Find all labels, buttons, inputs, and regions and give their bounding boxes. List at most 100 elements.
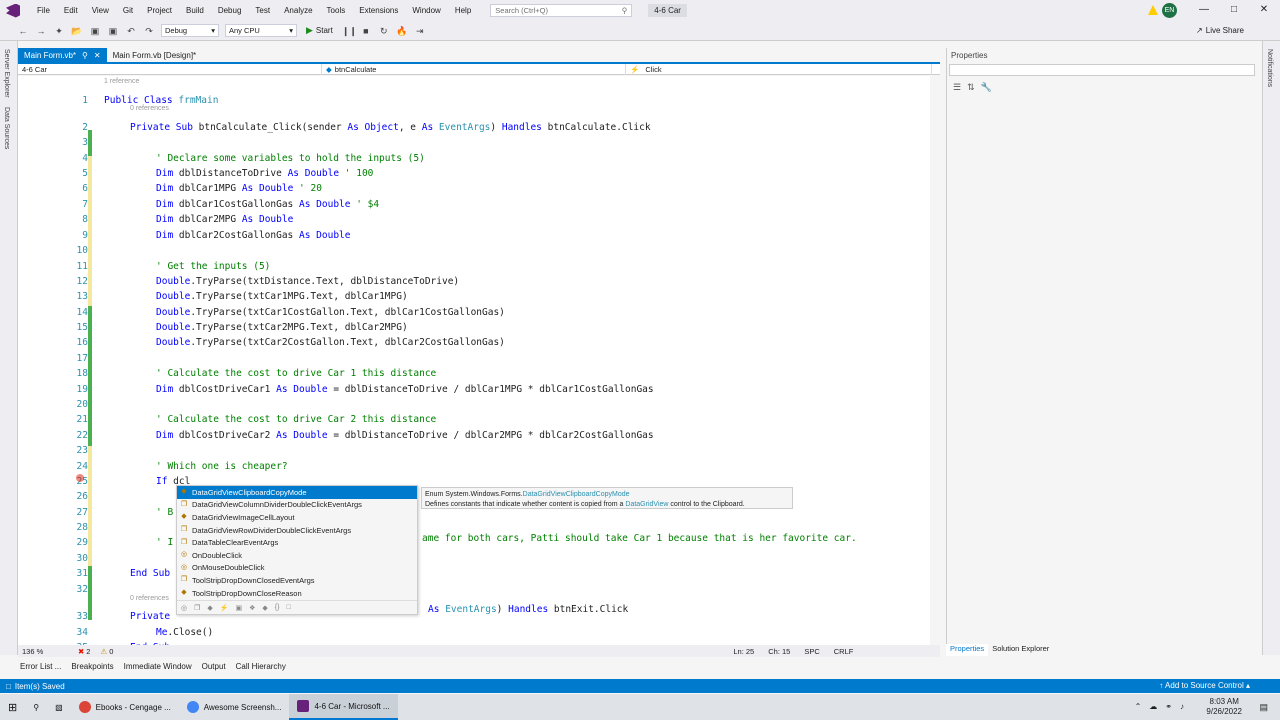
cloud-icon[interactable]: ☁ — [1149, 702, 1157, 711]
event-dropdown[interactable]: ⚡ Click — [626, 64, 932, 75]
sub-references[interactable]: 0 references — [130, 595, 169, 602]
menu-help[interactable]: Help — [448, 6, 478, 15]
search-button[interactable]: ⚲ — [25, 694, 47, 720]
save-all-icon[interactable]: ▣ — [107, 25, 119, 37]
maximize-icon[interactable]: □ — [1224, 3, 1244, 17]
menu-view[interactable]: View — [85, 6, 116, 15]
forward-icon[interactable]: → — [35, 25, 47, 37]
bottom-tab-2[interactable]: Immediate Window — [124, 662, 192, 671]
menu-debug[interactable]: Debug — [211, 6, 249, 15]
wrench-icon[interactable]: 🔧 — [981, 82, 992, 93]
class-references[interactable]: 1 reference — [104, 78, 139, 85]
intellisense-list[interactable]: ◆ DataGridViewClipboardCopyMode ❐ DataGridV… — [176, 485, 418, 615]
menu-window[interactable]: Window — [405, 6, 447, 15]
error-count-icon[interactable]: ✖ — [78, 647, 84, 656]
pause-icon[interactable]: ❙❙ — [342, 25, 357, 37]
avatar[interactable]: EN — [1162, 3, 1177, 18]
menu-file[interactable]: File — [30, 6, 57, 15]
redo-icon[interactable]: ↷ — [143, 25, 155, 37]
live-share-button[interactable]: ↗ Live Share — [1196, 26, 1244, 35]
bottom-tab-1[interactable]: Breakpoints — [71, 662, 113, 671]
tab-solution-explorer[interactable]: Solution Explorer — [988, 644, 1053, 656]
taskbar-item-visual-studio[interactable]: 4-6 Car - Microsoft ... — [289, 694, 398, 720]
tray-chevron-icon[interactable]: ⌃ — [1135, 702, 1142, 711]
add-to-source-control-button[interactable]: ↑ Add to Source Control ▴ — [1159, 681, 1250, 690]
filter-property-icon[interactable]: ❖ — [249, 604, 255, 612]
tooltip-type-link[interactable]: DataGridViewClipboardCopyMode — [523, 491, 630, 498]
tooltip-datagridview-link[interactable]: DataGridView — [625, 501, 668, 508]
warning-count-icon[interactable]: ⚠ — [100, 647, 107, 656]
search-input[interactable]: Search (Ctrl+Q) ⚲ — [490, 4, 633, 17]
bottom-tab-4[interactable]: Call Hierarchy — [236, 662, 286, 671]
intellisense-item[interactable]: ◆ ToolStripDropDownCloseReason — [177, 587, 417, 600]
menu-project[interactable]: Project — [140, 6, 179, 15]
filter-namespace-icon[interactable]: {} — [275, 604, 280, 611]
network-icon[interactable]: ⚭ — [1165, 702, 1172, 711]
close-icon[interactable]: ✕ — [94, 51, 101, 60]
start-menu-button[interactable]: ⊞ — [0, 694, 25, 720]
back-icon[interactable]: ← — [17, 25, 29, 37]
step-icon[interactable]: ⇥ — [414, 25, 426, 37]
filter-enum-icon[interactable]: ◆ — [207, 604, 212, 612]
bottom-tab-0[interactable]: Error List ... — [20, 662, 61, 671]
filter-field-icon[interactable]: ◆ — [262, 604, 267, 612]
filter-event-icon[interactable]: ⚡ — [220, 604, 229, 612]
clock[interactable]: 8:03 AM 9/26/2022 — [1206, 697, 1242, 717]
stop-icon[interactable]: ■ — [360, 25, 372, 37]
data-sources-tab[interactable]: Data Sources — [3, 107, 10, 149]
intellisense-item[interactable]: ❐ DataGridViewRowDividerDoubleClickEventA… — [177, 524, 417, 537]
sub-references[interactable]: 0 references — [130, 105, 169, 112]
hot-reload-icon[interactable]: 🔥 — [396, 25, 408, 37]
server-explorer-tab[interactable]: Server Explorer — [3, 49, 10, 98]
menu-test[interactable]: Test — [248, 6, 277, 15]
code-editor[interactable]: 1 Public Class frmMain 2 Private Sub btnCal… — [18, 76, 930, 648]
intellisense-item[interactable]: ◆ DataGridViewImageCellLayout — [177, 511, 417, 524]
platform-select[interactable]: Any CPU ▾ — [225, 24, 297, 37]
configuration-select[interactable]: Debug ▾ — [161, 24, 219, 37]
filter-class-icon[interactable]: ◎ — [181, 604, 187, 612]
minimize-icon[interactable]: — — [1194, 3, 1214, 17]
properties-object-select[interactable] — [949, 64, 1255, 76]
project-dropdown[interactable]: 4-6 Car — [18, 64, 322, 75]
tab-main-form-code[interactable]: Main Form.vb* ⚲ ✕ — [18, 48, 107, 62]
line-ending-mode[interactable]: CRLF — [834, 647, 854, 656]
tab-properties[interactable]: Properties — [946, 644, 989, 656]
open-icon[interactable]: 📂 — [71, 25, 83, 37]
filter-method-icon[interactable]: ▣ — [236, 604, 243, 612]
alphabetical-icon[interactable]: ⇅ — [967, 82, 975, 93]
volume-icon[interactable]: ♪ — [1180, 702, 1184, 711]
error-lightbulb-icon[interactable] — [76, 474, 84, 482]
intellisense-item[interactable]: ❐ DataTableClearEventArgs — [177, 536, 417, 549]
menu-tools[interactable]: Tools — [320, 6, 353, 15]
start-button[interactable]: ▶ Start — [306, 25, 333, 36]
categorized-icon[interactable]: ☰ — [953, 82, 961, 93]
whitespace-mode[interactable]: SPC — [804, 647, 819, 656]
visual-studio-logo-icon[interactable] — [6, 3, 20, 18]
intellisense-item[interactable]: ◎ OnDoubleClick — [177, 549, 417, 562]
zoom-level[interactable]: 136 % — [22, 647, 56, 656]
intellisense-item[interactable]: ◎ OnMouseDoubleClick — [177, 562, 417, 575]
menu-edit[interactable]: Edit — [57, 6, 85, 15]
intellisense-item[interactable]: ❐ DataGridViewColumnDividerDoubleClickEve… — [177, 499, 417, 512]
intellisense-item[interactable]: ❐ ToolStripDropDownClosedEventArgs — [177, 574, 417, 587]
pin-icon[interactable]: ⚲ — [82, 51, 88, 60]
notification-icon[interactable]: ▤ — [1259, 702, 1268, 713]
filter-keyword-icon[interactable]: □ — [286, 604, 290, 611]
menu-extensions[interactable]: Extensions — [352, 6, 405, 15]
new-project-icon[interactable]: ✦ — [53, 25, 65, 37]
restart-icon[interactable]: ↻ — [378, 25, 390, 37]
menu-build[interactable]: Build — [179, 6, 211, 15]
undo-icon[interactable]: ↶ — [125, 25, 137, 37]
bottom-tab-3[interactable]: Output — [202, 662, 226, 671]
taskbar-item-chrome-1[interactable]: Ebooks - Cengage ... — [71, 694, 179, 720]
object-dropdown[interactable]: ◆ btnCalculate — [322, 64, 626, 75]
close-icon[interactable]: ✕ — [1254, 3, 1274, 17]
intellisense-item[interactable]: ◆ DataGridViewClipboardCopyMode — [177, 486, 417, 499]
menu-analyze[interactable]: Analyze — [277, 6, 319, 15]
taskbar-item-chrome-2[interactable]: Awesome Screensh... — [179, 694, 290, 720]
menu-git[interactable]: Git — [116, 6, 140, 15]
task-view-button[interactable]: ▧ — [47, 694, 71, 720]
notifications-tab[interactable]: Notifications — [1266, 49, 1273, 87]
save-icon[interactable]: ▣ — [89, 25, 101, 37]
tab-main-form-design[interactable]: Main Form.vb [Design]* — [107, 48, 203, 62]
